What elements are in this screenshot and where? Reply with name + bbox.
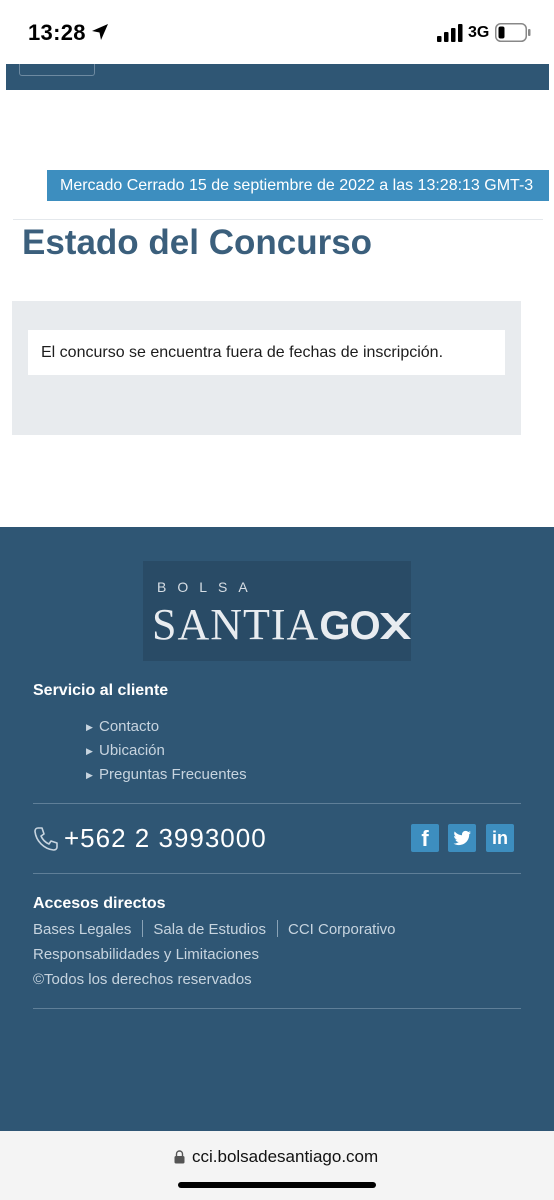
service-link-contacto[interactable]: ▶ Contacto	[86, 715, 247, 739]
link-label: Preguntas Frecuentes	[99, 766, 247, 783]
link-label: Contacto	[99, 718, 160, 735]
logo-x-mark-icon	[379, 613, 411, 639]
lock-icon	[174, 1150, 185, 1164]
logo-mark-text: GO	[319, 604, 380, 648]
battery-low-icon	[495, 23, 531, 42]
bullet-arrow-icon: ▶	[86, 722, 93, 732]
direct-access-heading: Accesos directos	[33, 895, 166, 912]
browser-address-bar[interactable]: cci.bolsadesantiago.com	[0, 1131, 554, 1200]
market-status-bar: Mercado Cerrado 15 de septiembre de 2022…	[47, 170, 549, 201]
bullet-arrow-icon: ▶	[86, 770, 93, 780]
link-responsabilidades[interactable]: Responsabilidades y Limitaciones	[33, 946, 259, 963]
logo-main-text: SANTIA	[152, 600, 320, 649]
header-menu-tab[interactable]	[19, 64, 95, 76]
link-bases-legales[interactable]: Bases Legales	[33, 921, 131, 938]
twitter-icon[interactable]	[448, 824, 476, 852]
signal-bars-icon	[437, 24, 463, 42]
phone-number[interactable]: +562 2 3993000	[64, 823, 267, 854]
divider	[33, 1008, 521, 1009]
link-separator	[142, 920, 144, 937]
site-header	[6, 64, 549, 90]
divider	[33, 803, 521, 804]
location-arrow-icon	[92, 24, 108, 40]
link-cci-corporativo[interactable]: CCI Corporativo	[288, 921, 396, 938]
service-heading: Servicio al cliente	[33, 682, 169, 699]
phone-icon	[34, 827, 58, 851]
service-link-ubicacion[interactable]: ▶ Ubicación	[86, 739, 247, 763]
divider	[13, 219, 543, 220]
bullet-arrow-icon: ▶	[86, 746, 93, 756]
page-title: Estado del Concurso	[22, 223, 373, 262]
status-bar: 13:28 3G	[0, 0, 554, 64]
home-indicator[interactable]	[178, 1182, 376, 1188]
logo-top-word: BOLSA	[157, 579, 259, 595]
link-separator	[276, 920, 278, 937]
network-type: 3G	[468, 24, 490, 41]
logo-main-word: SANTIAGO	[152, 599, 412, 650]
bolsa-santiago-logo[interactable]: BOLSA SANTIAGO	[143, 561, 411, 661]
notice-panel: El concurso se encuentra fuera de fechas…	[12, 301, 521, 435]
status-time: 13:28	[28, 20, 86, 45]
link-sala-estudios[interactable]: Sala de Estudios	[153, 921, 266, 938]
url-text[interactable]: cci.bolsadesantiago.com	[192, 1147, 378, 1167]
copyright: ©Todos los derechos reservados	[33, 971, 252, 988]
direct-access-links: Bases Legales Sala de Estudios CCI Corpora…	[33, 920, 396, 938]
divider	[33, 873, 521, 874]
twitter-bird-icon	[453, 830, 471, 846]
link-label: Ubicación	[99, 742, 165, 759]
facebook-icon[interactable]: f	[411, 824, 439, 852]
notice-message: El concurso se encuentra fuera de fechas…	[28, 330, 505, 375]
service-link-preguntas[interactable]: ▶ Preguntas Frecuentes	[86, 763, 247, 787]
service-links: ▶ Contacto ▶ Ubicación ▶ Preguntas Frecuent…	[86, 715, 247, 787]
footer: BOLSA SANTIAGO Servicio al cliente ▶ Cont…	[0, 527, 554, 1131]
linkedin-icon[interactable]: in	[486, 824, 514, 852]
